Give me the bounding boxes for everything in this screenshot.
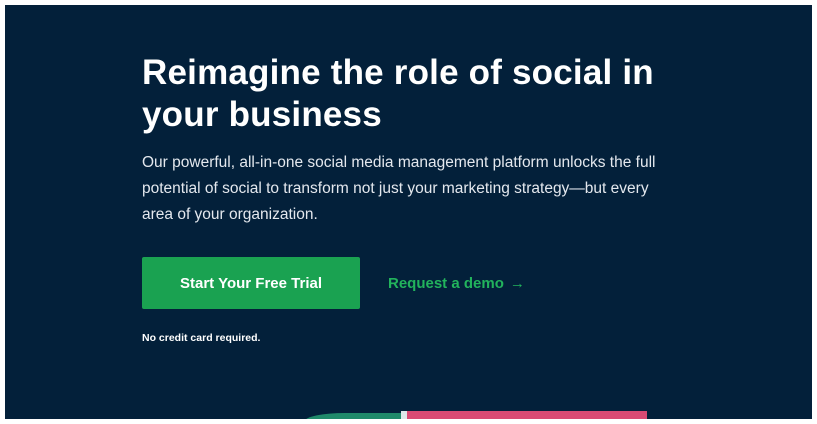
preview-pink-shape	[407, 411, 647, 419]
product-preview-image	[305, 411, 647, 419]
hero-headline: Reimagine the role of social in your bus…	[142, 53, 654, 134]
preview-green-shape	[305, 413, 401, 419]
no-credit-card-note: No credit card required.	[142, 332, 261, 344]
start-free-trial-button[interactable]: Start Your Free Trial	[142, 257, 360, 309]
hero-description: Our powerful, all-in-one social media ma…	[142, 154, 656, 223]
request-demo-label: Request a demo	[388, 274, 504, 292]
hero-section: Reimagine the role of social in your bus…	[5, 5, 812, 419]
hero-content: Reimagine the role of social in your bus…	[142, 52, 702, 228]
arrow-right-icon: →	[509, 274, 525, 292]
cta-row: Start Your Free Trial Request a demo →	[142, 257, 525, 309]
request-demo-link[interactable]: Request a demo →	[388, 275, 525, 292]
